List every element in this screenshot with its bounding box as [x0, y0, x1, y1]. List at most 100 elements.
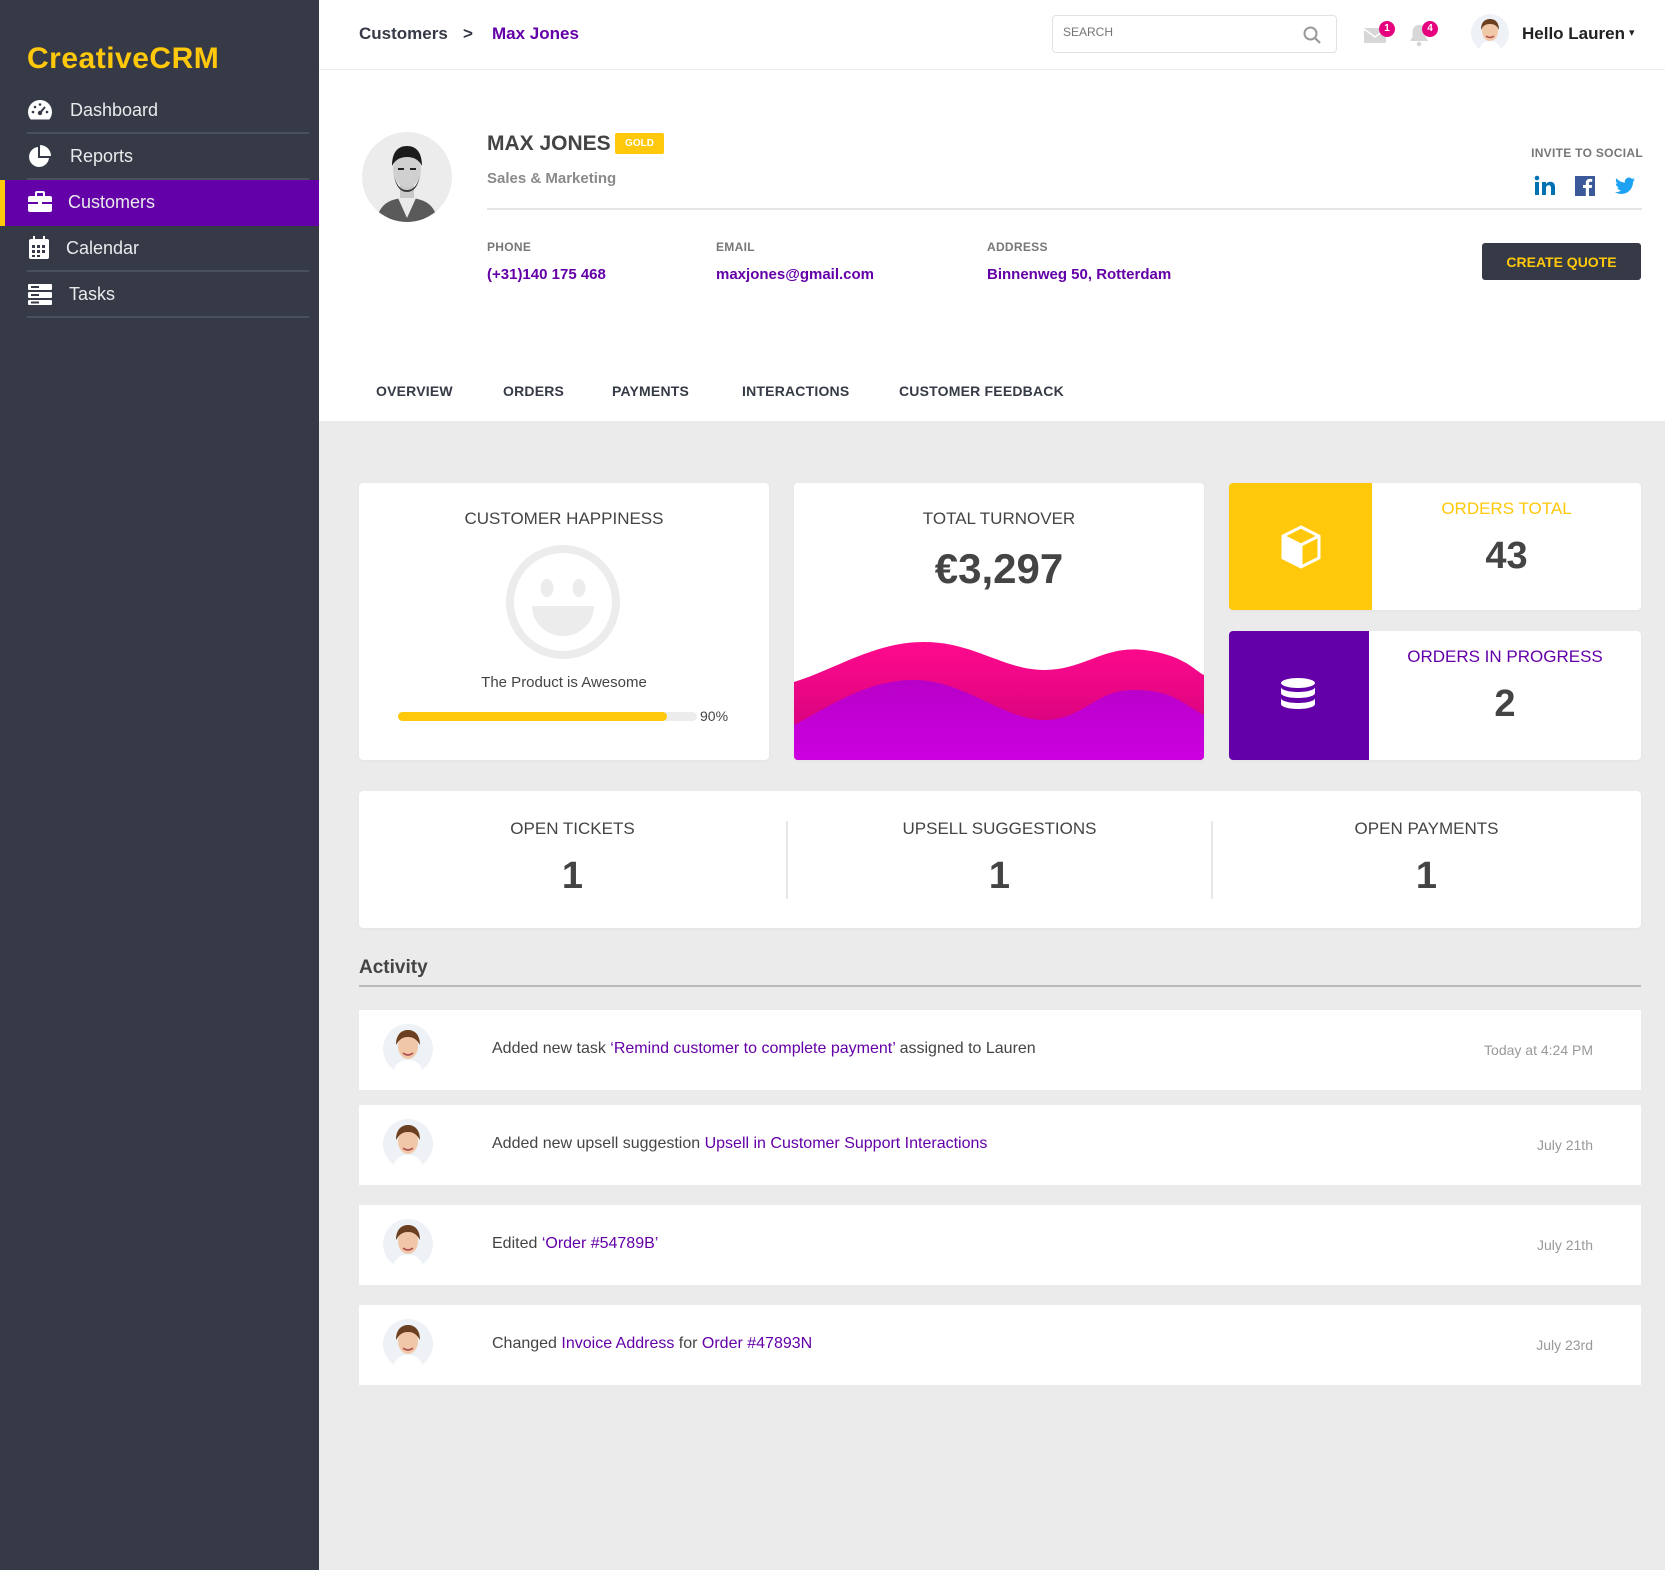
email-label: EMAIL [716, 240, 755, 254]
search-box[interactable] [1052, 15, 1337, 53]
tab-overview[interactable]: OVERVIEW [376, 383, 453, 399]
tab-orders[interactable]: ORDERS [503, 383, 564, 399]
create-quote-button[interactable]: CREATE QUOTE [1482, 243, 1641, 280]
activity-text-part: assigned to Lauren [895, 1040, 1036, 1057]
divider [27, 316, 309, 318]
top-bar: Customers > Max Jones 1 4 Hello Lauren ▾ [319, 0, 1665, 70]
sidebar-item-label: Reports [70, 146, 134, 166]
stats-card: OPEN TICKETS 1 UPSELL SUGGESTIONS 1 OPEN… [359, 791, 1641, 928]
stat-label: OPEN TICKETS [510, 819, 635, 838]
avatar [383, 1219, 433, 1269]
orders-progress-icon-panel [1229, 631, 1369, 760]
activity-text: Changed Invoice Address for Order #47893… [492, 1335, 812, 1353]
customer-avatar [362, 132, 452, 222]
turnover-value: €3,297 [934, 545, 1064, 592]
card-title: ORDERS TOTAL [1441, 499, 1572, 518]
sidebar-item-reports[interactable]: Reports [0, 134, 319, 180]
stat-value: 1 [988, 855, 1011, 897]
activity-text-part: Changed [492, 1335, 562, 1352]
activity-heading: Activity [359, 957, 428, 978]
card-title: ORDERS IN PROGRESS [1407, 647, 1603, 666]
tab-interactions[interactable]: INTERACTIONS [742, 383, 849, 399]
activity-link[interactable]: Upsell in Customer Support Interactions [705, 1135, 988, 1152]
sidebar: CreativeCRM Dashboard Reports Customers … [0, 0, 319, 1570]
stat-open-tickets[interactable]: OPEN TICKETS 1 [359, 791, 786, 928]
orders-progress-value: 2 [1494, 683, 1516, 725]
linkedin-icon[interactable] [1534, 175, 1556, 197]
facebook-icon[interactable] [1574, 175, 1596, 197]
activity-link[interactable]: ‘Order #54789B’ [542, 1235, 659, 1252]
breadcrumb-customers[interactable]: Customers [359, 24, 448, 44]
stat-value: 1 [1415, 855, 1438, 897]
activity-timestamp: July 23rd [1536, 1337, 1593, 1353]
activity-timestamp: July 21th [1536, 1237, 1593, 1253]
phone-label: PHONE [487, 240, 532, 254]
activity-text: Added new task ‘Remind customer to compl… [492, 1040, 1036, 1058]
invite-social-label: INVITE TO SOCIAL [1531, 146, 1643, 160]
divider [359, 985, 1641, 987]
sidebar-nav: Dashboard Reports Customers Calendar Tas… [0, 88, 319, 318]
activity-link[interactable]: ‘Remind customer to complete payment’ [610, 1040, 895, 1057]
happiness-percent: 90% [700, 708, 729, 724]
activity-text-part: Added new task [492, 1040, 611, 1057]
activity-text: Edited ‘Order #54789B’ [492, 1235, 658, 1253]
activity-item: Added new upsell suggestion Upsell in Cu… [359, 1105, 1641, 1185]
pie-chart-icon [29, 145, 51, 167]
notification-count-badge: 4 [1422, 21, 1438, 37]
chevron-down-icon[interactable]: ▾ [1629, 26, 1635, 39]
activity-link[interactable]: Invoice Address [561, 1335, 674, 1352]
address-label: ADDRESS [987, 240, 1048, 254]
happiness-progress-track [398, 712, 697, 721]
twitter-icon[interactable] [1614, 175, 1636, 197]
activity-text-part: Edited [492, 1235, 542, 1252]
briefcase-icon [28, 191, 52, 212]
app-logo[interactable]: CreativeCRM [27, 42, 219, 76]
activity-item: Added new task ‘Remind customer to compl… [359, 1010, 1641, 1090]
user-avatar[interactable] [1471, 14, 1509, 52]
sidebar-item-label: Calendar [66, 238, 140, 258]
activity-text: Added new upsell suggestion Upsell in Cu… [492, 1135, 987, 1153]
customer-name: MAX JONES [487, 132, 611, 155]
sidebar-item-customers[interactable]: Customers [0, 180, 319, 226]
database-icon [1281, 678, 1315, 709]
breadcrumb-current[interactable]: Max Jones [492, 24, 579, 44]
activity-timestamp: July 21th [1536, 1137, 1593, 1153]
stat-label: OPEN PAYMENTS [1354, 819, 1499, 838]
activity-item: Edited ‘Order #54789B’ July 21th [359, 1205, 1641, 1285]
activity-timestamp: Today at 4:24 PM [1484, 1042, 1593, 1058]
happiness-progress-fill [398, 712, 668, 721]
sidebar-item-dashboard[interactable]: Dashboard [0, 88, 319, 134]
turnover-wave-graphic [794, 642, 1204, 760]
happiness-caption: The Product is Awesome [481, 674, 647, 691]
sidebar-item-tasks[interactable]: Tasks [0, 272, 319, 318]
phone-value[interactable]: (+31)140 175 468 [487, 266, 606, 283]
server-stack-icon [28, 284, 52, 305]
orders-total-value: 43 [1485, 535, 1528, 577]
tab-payments[interactable]: PAYMENTS [612, 383, 689, 399]
smiley-face-icon [506, 545, 620, 659]
activity-link[interactable]: Order #47893N [702, 1335, 812, 1352]
search-input[interactable] [1063, 25, 1283, 39]
email-value[interactable]: maxjones@gmail.com [716, 266, 874, 283]
activity-text-part: for [674, 1335, 702, 1352]
sidebar-item-label: Dashboard [70, 100, 159, 120]
total-turnover-card: TOTAL TURNOVER €3,297 [794, 483, 1204, 760]
stat-value: 1 [561, 855, 584, 897]
search-icon[interactable] [1302, 25, 1322, 45]
divider [487, 208, 1642, 210]
card-title: TOTAL TURNOVER [922, 509, 1076, 528]
tab-customer-feedback[interactable]: CUSTOMER FEEDBACK [899, 383, 1064, 399]
orders-in-progress-card: ORDERS IN PROGRESS 2 [1229, 631, 1641, 760]
tier-badge: GOLD [615, 133, 664, 154]
mail-count-badge: 1 [1379, 21, 1395, 37]
activity-item: Changed Invoice Address for Order #47893… [359, 1305, 1641, 1385]
stat-open-payments[interactable]: OPEN PAYMENTS 1 [1212, 791, 1641, 928]
card-title: CUSTOMER HAPPINESS [464, 509, 664, 528]
avatar [383, 1024, 433, 1074]
sidebar-item-calendar[interactable]: Calendar [0, 226, 319, 272]
stat-upsell-suggestions[interactable]: UPSELL SUGGESTIONS 1 [787, 791, 1212, 928]
cube-icon [1281, 525, 1321, 569]
customer-profile-header: MAX JONES GOLD Sales & Marketing INVITE … [319, 70, 1665, 421]
address-value[interactable]: Binnenweg 50, Rotterdam [987, 266, 1171, 283]
user-greeting[interactable]: Hello Lauren [1522, 24, 1625, 44]
